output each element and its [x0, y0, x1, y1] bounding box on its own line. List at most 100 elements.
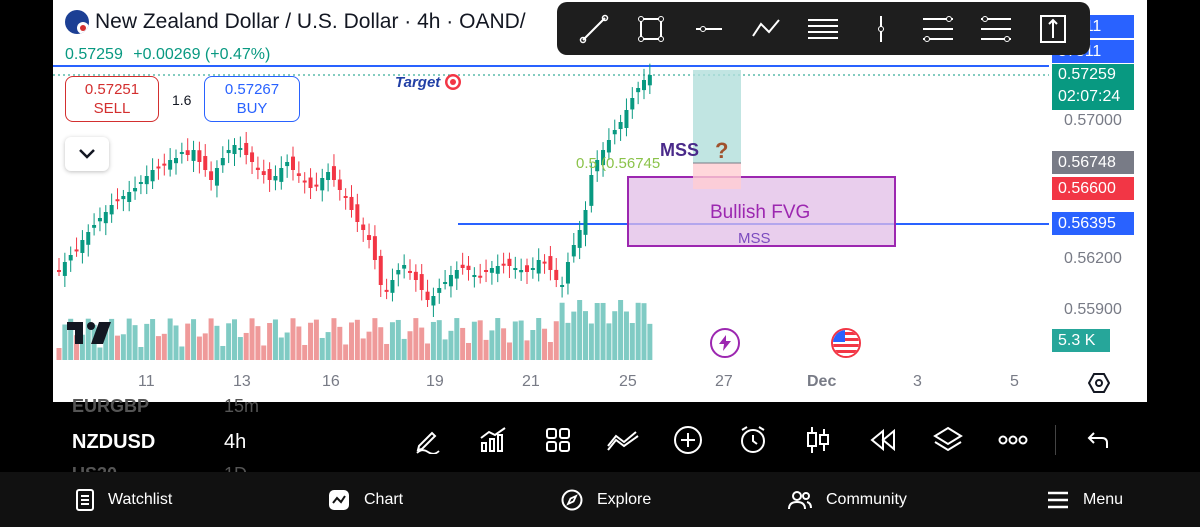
candle-body	[250, 152, 255, 162]
pencil-icon	[415, 431, 440, 454]
fvg-label[interactable]: Bullish FVG	[710, 202, 810, 224]
nzd-flag-icon	[65, 10, 89, 34]
volume-bar	[366, 331, 372, 360]
us-flag-event-icon[interactable]	[831, 328, 861, 358]
nav-community[interactable]: Community	[788, 472, 907, 527]
question-mark-label[interactable]: ?	[715, 138, 728, 164]
candle-body	[519, 270, 524, 273]
volume-bar	[308, 322, 314, 360]
volume-bar	[267, 323, 273, 360]
symbol-selector[interactable]: NZDUSD	[72, 431, 155, 454]
draw-button[interactable]	[395, 418, 460, 462]
nav-chart[interactable]: Chart	[328, 472, 403, 527]
prev-timeframe[interactable]: 15m	[224, 396, 259, 417]
volume-bar	[419, 327, 425, 360]
indicators-button[interactable]	[460, 418, 525, 462]
volume-bar	[202, 333, 208, 360]
horizontal-ray-tool[interactable]	[689, 9, 729, 49]
chart-area[interactable]: New Zealand Dollar / U.S. Dollar · 4h · …	[53, 0, 1147, 402]
compare-button[interactable]	[590, 418, 655, 462]
volume-bar	[179, 346, 185, 360]
volume-bar	[477, 320, 483, 360]
candle-body	[454, 270, 459, 279]
candle-body	[396, 270, 401, 275]
candle-body	[97, 218, 102, 222]
chart-icon	[329, 489, 349, 510]
candle-body	[68, 255, 73, 261]
target-annotation[interactable]: Target	[395, 73, 462, 91]
candle-body	[220, 158, 225, 166]
next-symbol[interactable]: US30	[72, 464, 117, 472]
nav-watchlist[interactable]: Watchlist	[76, 472, 172, 527]
alert-button[interactable]	[720, 418, 785, 462]
parallel-channel-tool[interactable]	[803, 9, 843, 49]
collapse-button[interactable]	[65, 137, 109, 171]
volume-bar	[512, 321, 518, 360]
buy-label: BUY	[236, 100, 268, 117]
volume-bar	[354, 319, 360, 360]
layout-button[interactable]	[525, 418, 590, 462]
candle-body	[612, 130, 617, 135]
buy-button[interactable]: 0.57267 BUY	[204, 76, 300, 122]
volume-bar	[272, 319, 278, 360]
volume-bar	[506, 342, 512, 360]
vertical-line-tool[interactable]	[861, 9, 901, 49]
fib-extension-tool[interactable]	[976, 9, 1016, 49]
candle-body	[554, 269, 559, 280]
nav-menu[interactable]: Menu	[1047, 472, 1123, 527]
volume-bar	[243, 332, 249, 360]
volume-bar	[583, 311, 588, 360]
add-button[interactable]	[655, 418, 720, 462]
mss-top-label[interactable]: MSS	[660, 140, 699, 161]
last-price: 0.57259	[65, 46, 123, 63]
measure-icon	[1040, 14, 1067, 43]
symbol-header[interactable]: New Zealand Dollar / U.S. Dollar · 4h · …	[65, 10, 526, 34]
candle-body	[343, 195, 348, 198]
trend-line-tool[interactable]	[574, 9, 614, 49]
fib-annotation[interactable]: 0.5 (0.56745	[576, 155, 660, 172]
alarm-clock-icon	[740, 426, 765, 453]
candle-body	[536, 260, 541, 274]
nav-watchlist-label: Watchlist	[108, 490, 173, 508]
time-axis-label: 19	[426, 373, 444, 390]
more-button[interactable]	[980, 418, 1045, 462]
time-axis-label: 13	[233, 373, 251, 390]
parallel-channel-icon	[808, 18, 839, 39]
volume-bar	[138, 346, 144, 360]
candle-body	[209, 171, 214, 180]
measure-tool[interactable]	[1033, 9, 1073, 49]
candle-body	[437, 288, 442, 293]
candle-body	[589, 175, 594, 206]
candle-body	[267, 169, 272, 180]
volume-bar	[155, 336, 161, 360]
candle-body	[279, 168, 284, 182]
layers-button[interactable]	[915, 418, 980, 462]
candle-body	[530, 268, 535, 270]
next-timeframe[interactable]: 1D	[224, 464, 247, 472]
lightning-event-icon[interactable]	[710, 328, 740, 358]
chart-type-button[interactable]	[785, 418, 850, 462]
sell-button[interactable]: 0.57251 SELL	[65, 76, 159, 122]
replay-button[interactable]	[850, 418, 915, 462]
candle-body	[291, 156, 295, 170]
chevron-down-icon	[79, 149, 95, 159]
path-tool[interactable]	[746, 9, 786, 49]
volume-bar	[553, 321, 559, 360]
prev-symbol[interactable]: EURGBP	[72, 396, 149, 417]
undo-button[interactable]	[1065, 418, 1130, 462]
more-dots-icon	[998, 435, 1027, 445]
volume-bar	[360, 338, 366, 360]
fib-retracement-tool[interactable]	[918, 9, 958, 49]
candle-body	[495, 266, 500, 274]
nav-menu-label: Menu	[1083, 490, 1124, 508]
timeframe-selector[interactable]: 4h	[224, 431, 246, 454]
candle-body	[57, 270, 61, 272]
mss-bottom-label[interactable]: MSS	[738, 230, 771, 247]
rectangle-tool[interactable]	[631, 9, 671, 49]
candle-body	[460, 264, 465, 268]
chart-settings-icon[interactable]	[1088, 372, 1110, 394]
path-icon	[752, 18, 780, 37]
candle-body	[489, 268, 494, 273]
nav-explore[interactable]: Explore	[561, 472, 651, 527]
candle-body	[525, 265, 529, 272]
